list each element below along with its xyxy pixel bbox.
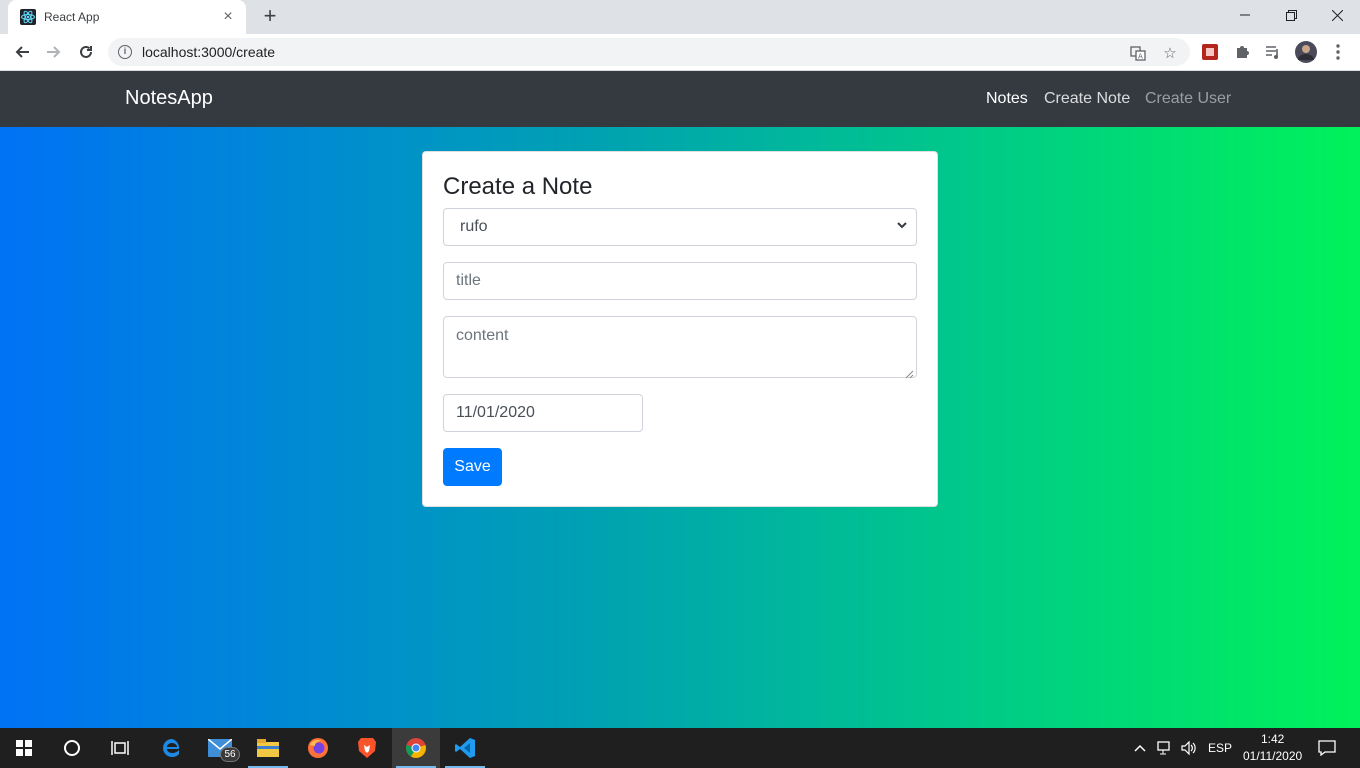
mail-icon[interactable]: 56 <box>196 728 244 768</box>
puzzle-icon[interactable] <box>1229 39 1255 65</box>
browser-toolbar: i localhost:3000/create A ☆ <box>0 34 1360 71</box>
action-center-icon[interactable] <box>1318 739 1336 757</box>
browser-tab[interactable]: React App × <box>8 0 246 34</box>
tab-title: React App <box>44 10 100 24</box>
app-navbar: NotesApp Notes Create Note Create User <box>0 71 1360 127</box>
title-input[interactable]: title <box>443 262 917 300</box>
chevron-down-icon <box>896 219 910 233</box>
back-arrow-icon[interactable] <box>9 39 35 65</box>
clock-date[interactable]: 01/11/2020 <box>1243 749 1302 763</box>
resize-grip-icon[interactable] <box>905 366 914 379</box>
vscode-icon[interactable] <box>441 728 489 768</box>
forward-arrow-icon[interactable] <box>41 39 67 65</box>
mail-badge: 56 <box>220 747 240 762</box>
edge-icon[interactable] <box>148 728 196 768</box>
windows-taskbar: 56 ESP 1:42 01/11/2020 <box>0 728 1360 768</box>
browser-tab-strip: React App × + <box>0 0 1360 34</box>
page-body: NotesApp Notes Create Note Create User C… <box>0 71 1360 728</box>
date-input-value: 11/01/2020 <box>456 404 535 421</box>
restore-icon[interactable] <box>1268 0 1314 30</box>
navbar-brand[interactable]: NotesApp <box>125 87 213 110</box>
translate-icon[interactable]: A <box>1127 42 1149 64</box>
clock-time[interactable]: 1:42 <box>1261 732 1284 746</box>
content-textarea[interactable]: content <box>443 316 917 379</box>
file-explorer-icon[interactable] <box>244 728 292 768</box>
window-close-icon[interactable] <box>1314 0 1360 30</box>
cortana-search-icon[interactable] <box>48 728 96 768</box>
firefox-icon[interactable] <box>294 728 342 768</box>
extension-icon[interactable] <box>1197 39 1223 65</box>
create-note-card: Create a Note rufo title content 11/01/2… <box>422 151 938 507</box>
info-icon[interactable]: i <box>118 45 132 59</box>
profile-avatar[interactable] <box>1293 39 1319 65</box>
new-tab-plus-icon[interactable]: + <box>258 5 282 28</box>
date-picker-input[interactable]: 11/01/2020 <box>443 394 643 432</box>
user-select[interactable]: rufo <box>443 208 917 246</box>
save-button[interactable]: Save <box>443 448 502 486</box>
star-icon[interactable]: ☆ <box>1159 42 1181 64</box>
user-select-value: rufo <box>460 218 488 235</box>
task-view-icon[interactable] <box>96 728 144 768</box>
network-icon[interactable] <box>1156 739 1174 757</box>
content-input-placeholder: content <box>456 327 509 344</box>
react-favicon-icon <box>20 9 36 25</box>
reload-icon[interactable] <box>73 39 99 65</box>
chrome-icon[interactable] <box>392 728 440 768</box>
form-heading: Create a Note <box>443 173 593 200</box>
media-queue-icon[interactable] <box>1260 39 1286 65</box>
windows-start-icon[interactable] <box>0 728 48 768</box>
tab-close-icon[interactable]: × <box>220 9 236 25</box>
volume-icon[interactable] <box>1180 739 1198 757</box>
address-bar[interactable]: i localhost:3000/create A ☆ <box>108 38 1190 66</box>
minimize-icon[interactable] <box>1222 0 1268 30</box>
nav-link-create-user[interactable]: Create User <box>1145 90 1231 108</box>
url-text[interactable]: localhost:3000/create <box>142 44 275 60</box>
title-input-placeholder: title <box>456 272 481 289</box>
more-vert-icon[interactable] <box>1325 39 1351 65</box>
language-indicator[interactable]: ESP <box>1208 741 1232 755</box>
brave-icon[interactable] <box>343 728 391 768</box>
svg-text:A: A <box>1138 53 1143 61</box>
nav-link-create-note[interactable]: Create Note <box>1044 90 1130 108</box>
chevron-up-icon[interactable] <box>1131 739 1149 757</box>
nav-link-notes[interactable]: Notes <box>986 90 1028 108</box>
